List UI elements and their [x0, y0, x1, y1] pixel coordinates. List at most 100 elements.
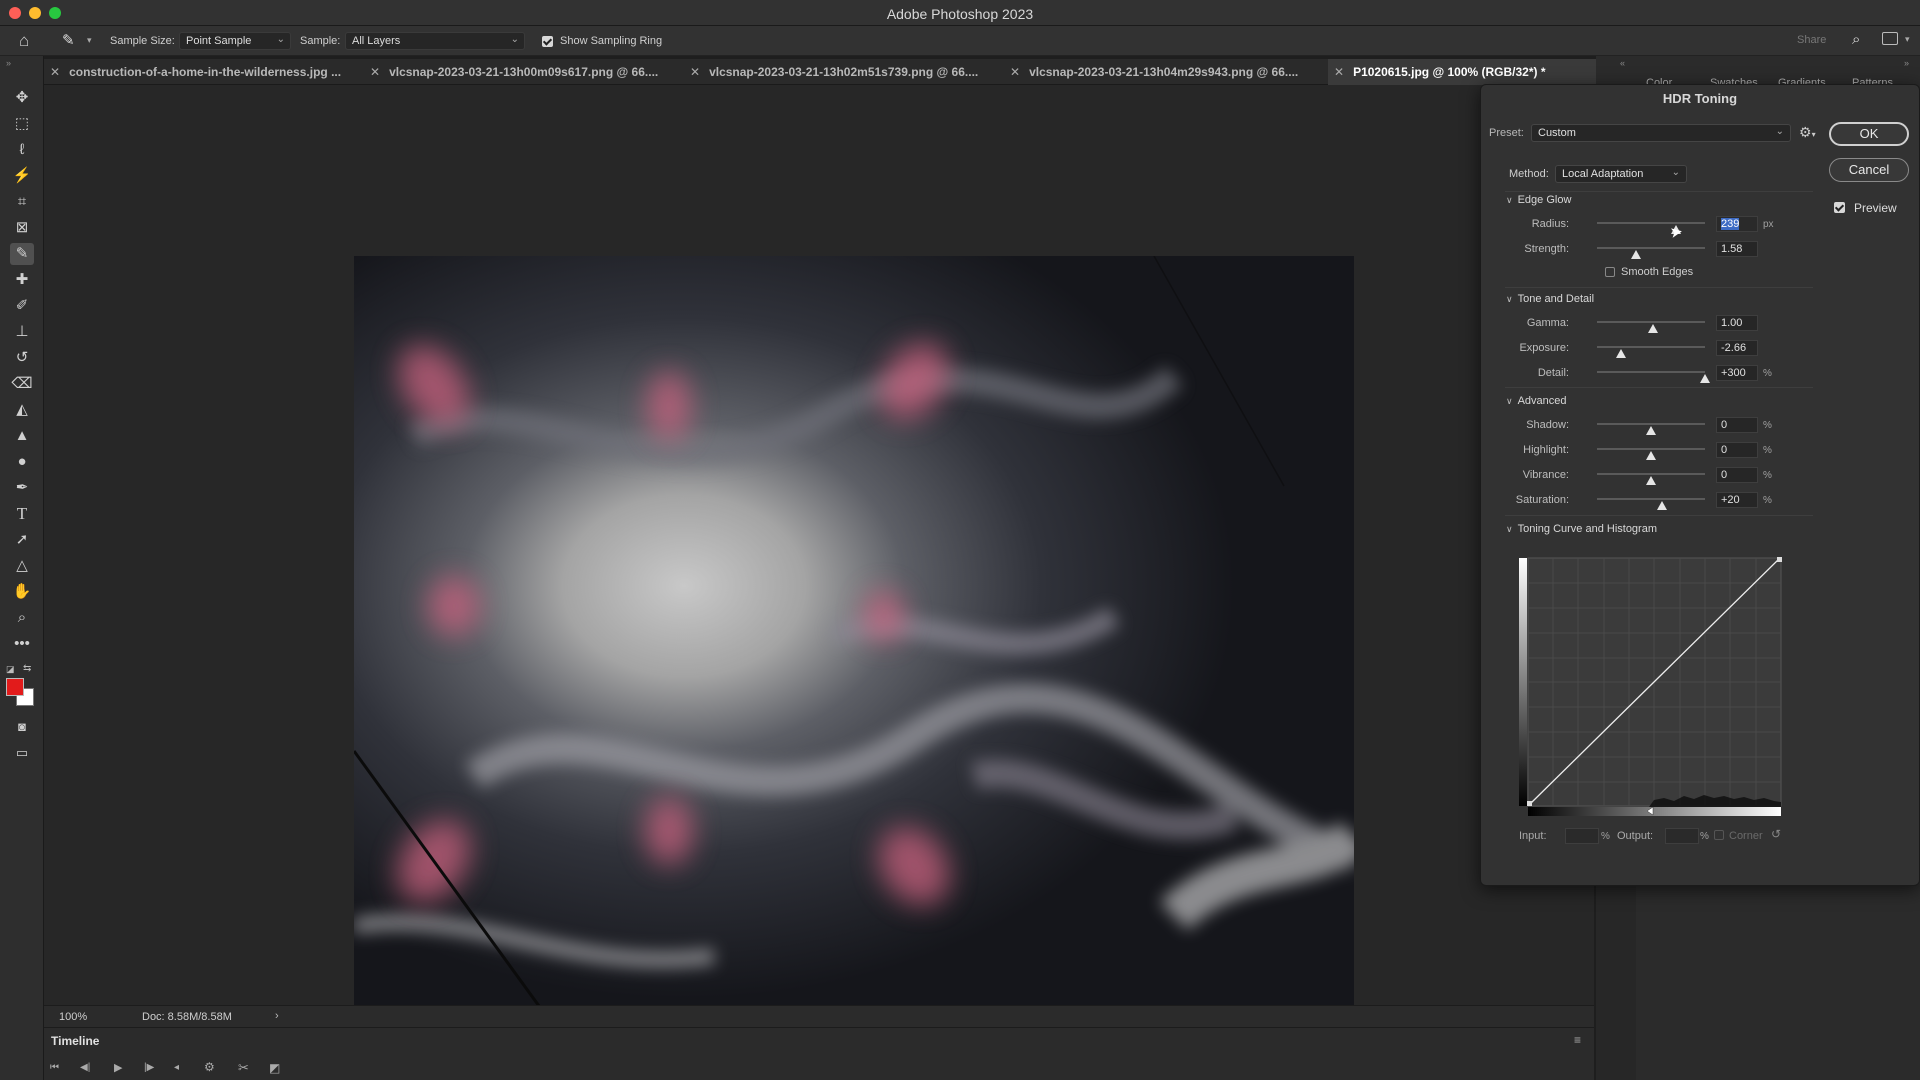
- screen-mode-icon[interactable]: ▭: [10, 742, 34, 764]
- blur-tool-icon[interactable]: ▲: [10, 425, 34, 447]
- document-image[interactable]: [354, 256, 1354, 1006]
- path-selection-tool-icon[interactable]: ➚: [10, 529, 34, 551]
- close-tab-icon[interactable]: ✕: [1334, 65, 1344, 79]
- sample-size-select[interactable]: Point Sample ⌄: [179, 32, 291, 50]
- previous-frame-icon[interactable]: ◀|: [80, 1062, 90, 1073]
- edge-glow-section[interactable]: ∨ Edge Glow: [1506, 194, 1571, 206]
- reset-curve-icon[interactable]: ↺: [1771, 827, 1781, 841]
- exposure-slider-track[interactable]: [1597, 346, 1705, 348]
- vibrance-slider-track[interactable]: [1597, 473, 1705, 475]
- eraser-tool-icon[interactable]: ⌫: [10, 373, 34, 395]
- document-tab[interactable]: ✕ construction-of-a-home-in-the-wildernes…: [44, 59, 360, 85]
- detail-slider-track[interactable]: [1597, 371, 1705, 373]
- clone-stamp-tool-icon[interactable]: ⊥: [10, 321, 34, 343]
- close-tab-icon[interactable]: ✕: [1010, 65, 1020, 79]
- detail-slider-thumb[interactable]: [1700, 374, 1710, 383]
- marquee-tool-icon[interactable]: ⬚: [10, 113, 34, 135]
- gamma-input[interactable]: 1.00: [1716, 315, 1758, 331]
- toning-curve-section[interactable]: ∨ Toning Curve and Histogram: [1506, 523, 1657, 535]
- chevron-down-icon[interactable]: ▾: [1905, 34, 1910, 45]
- document-tab-active[interactable]: ✕ P1020615.jpg @ 100% (RGB/32*) *: [1328, 59, 1613, 85]
- workspace-icon[interactable]: [1882, 32, 1898, 45]
- highlight-input[interactable]: 0: [1716, 442, 1758, 458]
- document-tab[interactable]: ✕ vlcsnap-2023-03-21-13h00m09s617.png @ 6…: [364, 59, 680, 85]
- radius-slider-track[interactable]: [1597, 222, 1705, 224]
- shadow-input[interactable]: 0: [1716, 417, 1758, 433]
- expand-panel-icon[interactable]: »: [1904, 58, 1909, 68]
- swap-colors-icon[interactable]: ⇆: [23, 663, 31, 674]
- gamma-slider-thumb[interactable]: [1648, 324, 1659, 333]
- hand-tool-icon[interactable]: ✋: [10, 581, 34, 603]
- vibrance-input[interactable]: 0: [1716, 467, 1758, 483]
- lasso-tool-icon[interactable]: ℓ: [10, 139, 34, 161]
- advanced-section[interactable]: ∨ Advanced: [1506, 395, 1567, 407]
- zoom-tool-icon[interactable]: ⌕: [10, 607, 34, 629]
- detail-input[interactable]: +300: [1716, 365, 1758, 381]
- brush-tool-icon[interactable]: ✐: [10, 295, 34, 317]
- highlight-slider-thumb[interactable]: [1646, 451, 1656, 460]
- panel-menu-icon[interactable]: ≡: [1574, 1033, 1581, 1047]
- close-tab-icon[interactable]: ✕: [370, 65, 380, 79]
- strength-input[interactable]: 1.58: [1716, 241, 1758, 257]
- collapse-panel-icon[interactable]: «: [1620, 58, 1625, 68]
- play-icon[interactable]: ▶: [114, 1061, 122, 1074]
- close-tab-icon[interactable]: ✕: [690, 65, 700, 79]
- default-colors-icon[interactable]: ◪: [6, 664, 15, 675]
- exposure-input[interactable]: -2.66: [1716, 340, 1758, 356]
- exposure-slider-thumb[interactable]: [1615, 349, 1626, 358]
- collapse-panel-icon[interactable]: »: [6, 58, 11, 68]
- close-tab-icon[interactable]: ✕: [50, 65, 60, 79]
- saturation-slider-thumb[interactable]: [1656, 501, 1667, 510]
- show-sampling-ring-checkbox[interactable]: [542, 36, 553, 47]
- more-tools-icon[interactable]: •••: [10, 633, 34, 655]
- frame-tool-icon[interactable]: ⊠: [10, 217, 34, 239]
- search-icon[interactable]: ⌕: [1852, 31, 1860, 48]
- foreground-color-swatch[interactable]: [6, 678, 24, 696]
- document-tab[interactable]: ✕ vlcsnap-2023-03-21-13h02m51s739.png @ 6…: [684, 59, 1004, 85]
- preset-settings-gear-icon[interactable]: ⚙▾: [1799, 124, 1816, 141]
- eyedropper-tool-icon[interactable]: ✎: [10, 243, 34, 265]
- method-select[interactable]: Local Adaptation ⌄: [1555, 165, 1687, 183]
- chevron-down-icon[interactable]: ▾: [87, 35, 92, 46]
- strength-slider-thumb[interactable]: [1630, 250, 1641, 259]
- curve-input-field[interactable]: [1565, 828, 1599, 844]
- type-tool-icon[interactable]: T: [10, 503, 34, 525]
- go-to-first-frame-icon[interactable]: ⏮: [50, 1062, 59, 1073]
- preview-checkbox[interactable]: [1834, 202, 1845, 213]
- split-scissors-icon[interactable]: ✂: [238, 1060, 249, 1076]
- shadow-slider-track[interactable]: [1597, 423, 1705, 425]
- strength-slider-track[interactable]: [1597, 247, 1705, 249]
- ok-button[interactable]: OK: [1829, 122, 1909, 146]
- crop-tool-icon[interactable]: ⌗: [10, 191, 34, 213]
- shape-tool-icon[interactable]: △: [10, 555, 34, 577]
- quick-mask-icon[interactable]: ◙: [10, 716, 34, 738]
- move-tool-icon[interactable]: ✥: [10, 87, 34, 109]
- eyedropper-preset-icon[interactable]: ✎: [62, 31, 75, 49]
- corner-checkbox[interactable]: [1714, 830, 1724, 840]
- saturation-input[interactable]: +20: [1716, 492, 1758, 508]
- dodge-tool-icon[interactable]: ●: [10, 451, 34, 473]
- curve-output-field[interactable]: [1665, 828, 1699, 844]
- gamma-slider-track[interactable]: [1597, 321, 1705, 323]
- document-tab[interactable]: ✕ vlcsnap-2023-03-21-13h04m29s943.png @ 6…: [1004, 59, 1324, 85]
- tone-detail-section[interactable]: ∨ Tone and Detail: [1506, 293, 1594, 305]
- paint-bucket-tool-icon[interactable]: ◭: [10, 399, 34, 421]
- home-icon[interactable]: ⌂: [19, 31, 29, 51]
- cancel-button[interactable]: Cancel: [1829, 158, 1909, 182]
- radius-input[interactable]: 239: [1716, 216, 1758, 232]
- pen-tool-icon[interactable]: ✒: [10, 477, 34, 499]
- healing-brush-tool-icon[interactable]: ✚: [10, 269, 34, 291]
- preset-select[interactable]: Custom ⌄: [1531, 124, 1791, 142]
- highlight-slider-track[interactable]: [1597, 448, 1705, 450]
- canvas-area[interactable]: [44, 85, 1594, 1006]
- history-brush-tool-icon[interactable]: ↺: [10, 347, 34, 369]
- toning-curve-graph[interactable]: [1519, 555, 1783, 817]
- saturation-slider-track[interactable]: [1597, 498, 1705, 500]
- vibrance-slider-thumb[interactable]: [1646, 476, 1656, 485]
- next-frame-icon[interactable]: |▶: [144, 1062, 154, 1073]
- audio-icon[interactable]: ◂: [174, 1062, 179, 1073]
- shadow-slider-thumb[interactable]: [1646, 426, 1656, 435]
- chevron-right-icon[interactable]: ›: [275, 1010, 279, 1022]
- magic-wand-tool-icon[interactable]: ⚡: [10, 165, 34, 187]
- smooth-edges-checkbox[interactable]: [1605, 267, 1615, 277]
